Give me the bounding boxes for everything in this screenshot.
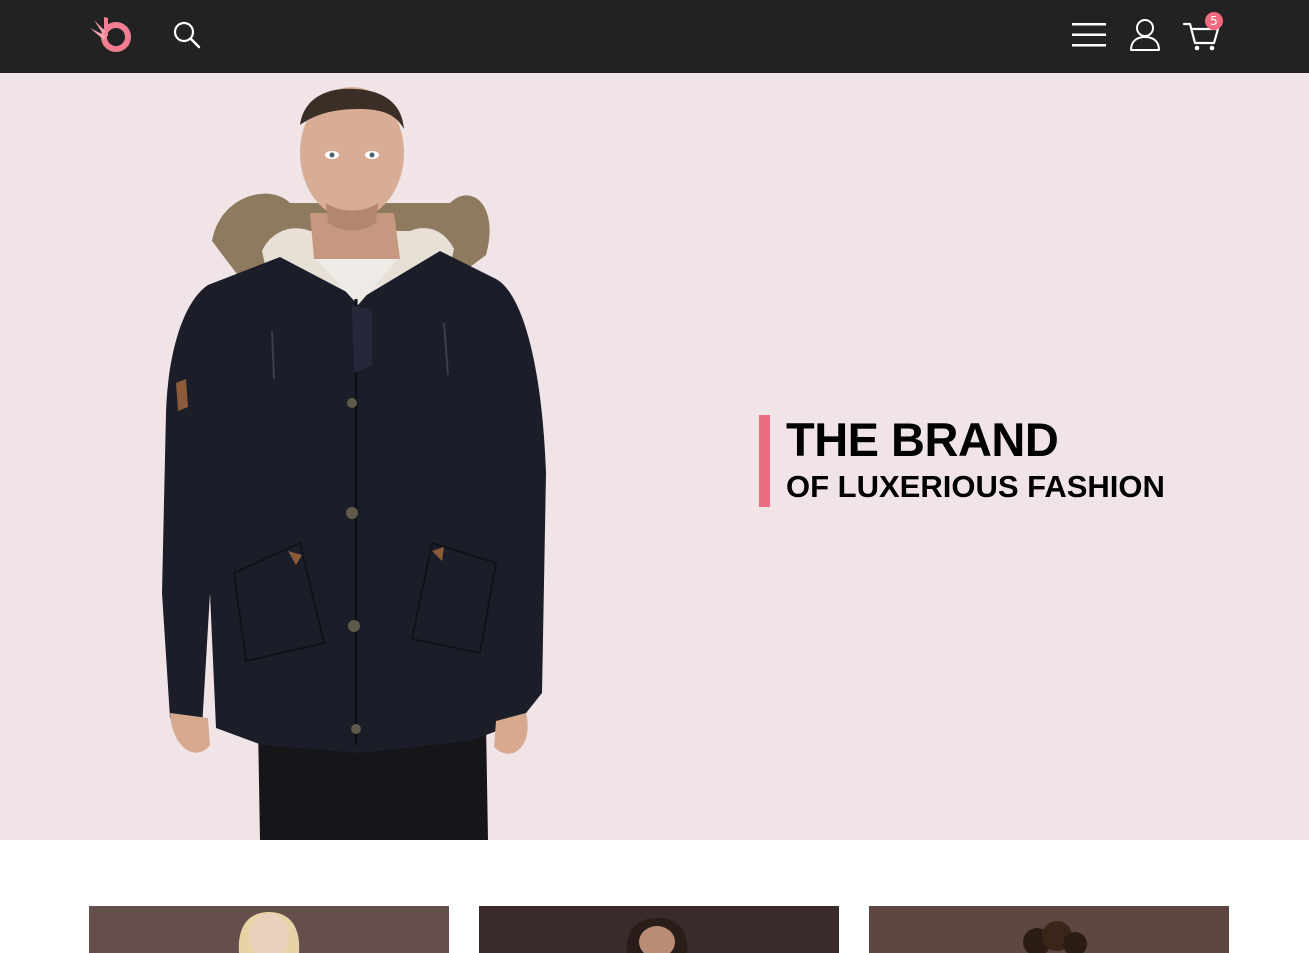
hero-title: THE BRAND bbox=[786, 413, 1059, 466]
category-card-image bbox=[89, 906, 449, 953]
category-card-2[interactable] bbox=[479, 906, 839, 953]
hamburger-menu-icon[interactable] bbox=[1071, 20, 1107, 50]
top-navigation-bar: 5 bbox=[0, 0, 1309, 73]
hero-subtitle: OF LUXERIOUS FASHION bbox=[786, 469, 1165, 504]
category-card-image bbox=[869, 906, 1229, 953]
category-card-image bbox=[479, 906, 839, 953]
category-card-3[interactable] bbox=[869, 906, 1229, 953]
cart-button[interactable]: 5 bbox=[1181, 12, 1229, 54]
cart-count-badge: 5 bbox=[1205, 12, 1223, 30]
hero-accent-bar bbox=[759, 415, 770, 507]
hero-banner: THE BRAND OF LUXERIOUS FASHION bbox=[0, 73, 1309, 840]
hero-model-image bbox=[150, 73, 570, 840]
brand-logo[interactable] bbox=[88, 14, 136, 56]
search-icon[interactable] bbox=[171, 19, 203, 51]
category-card-1[interactable] bbox=[89, 906, 449, 953]
user-account-icon[interactable] bbox=[1127, 17, 1163, 53]
